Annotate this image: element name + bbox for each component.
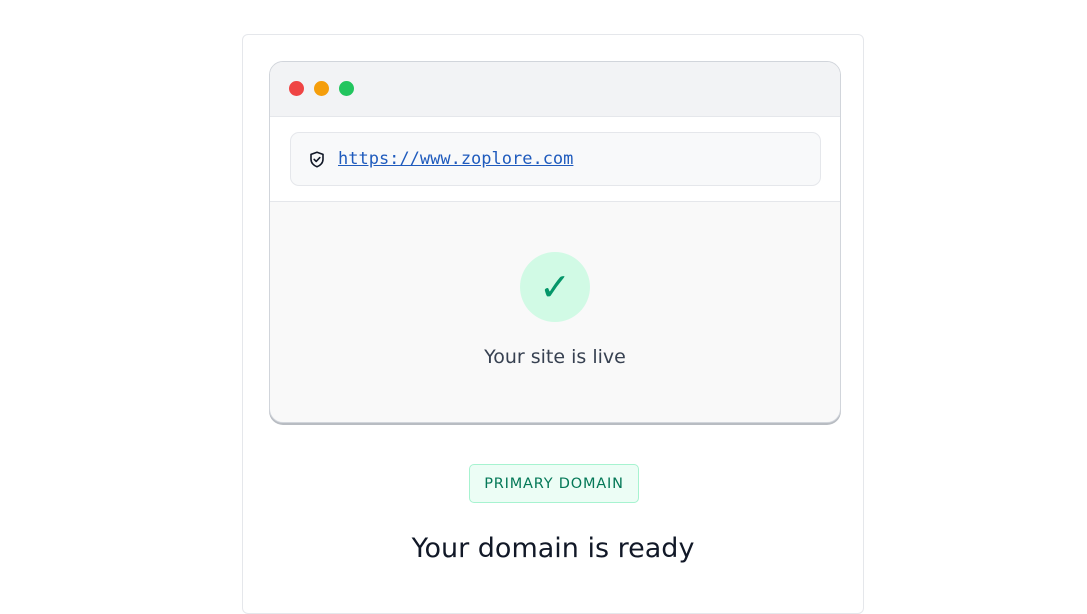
minimize-dot <box>314 81 329 96</box>
browser-titlebar <box>270 62 840 117</box>
page-title: Your domain is ready <box>411 533 695 564</box>
browser-mockup: https://www.zoplore.com ✓ Your site is l… <box>269 61 841 423</box>
browser-content: ✓ Your site is live <box>270 202 840 422</box>
site-live-message: Your site is live <box>484 346 626 368</box>
primary-domain-badge: PRIMARY DOMAIN <box>469 464 639 503</box>
site-url-link[interactable]: https://www.zoplore.com <box>338 149 573 169</box>
close-dot <box>289 81 304 96</box>
address-bar: https://www.zoplore.com <box>290 132 821 186</box>
domain-ready-card: https://www.zoplore.com ✓ Your site is l… <box>242 34 864 614</box>
checkmark-icon: ✓ <box>520 252 590 322</box>
address-bar-region: https://www.zoplore.com <box>270 117 840 202</box>
shield-check-icon <box>308 150 326 168</box>
maximize-dot <box>339 81 354 96</box>
